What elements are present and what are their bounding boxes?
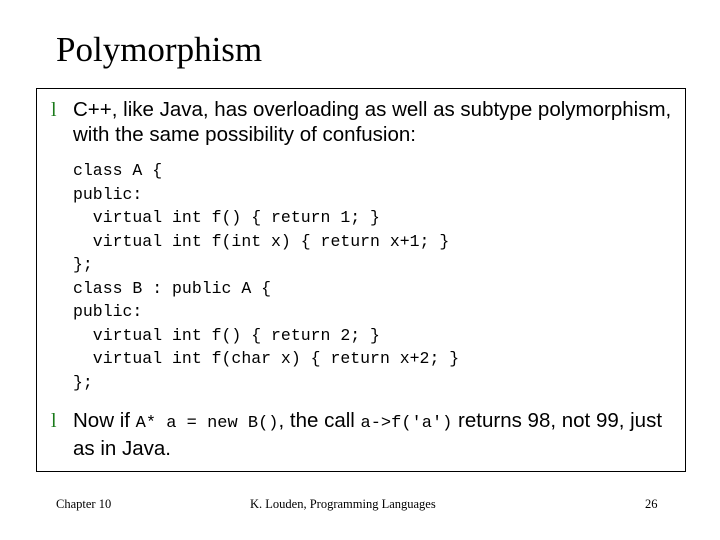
bullet-text-1: C++, like Java, has overloading as well … xyxy=(73,98,672,146)
bullet-2-part1: Now if xyxy=(73,409,136,432)
bullet-2-part2: , the call xyxy=(278,409,361,432)
footer-attribution: K. Louden, Programming Languages xyxy=(250,497,436,511)
slide: Polymorphism l C++, like Java, has overl… xyxy=(0,0,720,540)
bullet-item-1: l C++, like Java, has overloading as wel… xyxy=(47,97,675,147)
page-title: Polymorphism xyxy=(56,30,263,69)
bullet-2-code2: a->f('a') xyxy=(360,414,453,433)
bullet-text-2: Now if A* a = new B(), the call a->f('a'… xyxy=(73,408,675,461)
content-box: l C++, like Java, has overloading as wel… xyxy=(36,88,686,472)
bullet-marker-icon-2: l xyxy=(51,410,57,432)
bullet-item-2: l Now if A* a = new B(), the call a->f('… xyxy=(47,408,675,461)
slide-footer: Chapter 10 K. Louden, Programming Langua… xyxy=(0,497,720,517)
footer-chapter: Chapter 10 xyxy=(56,497,112,511)
bullet-2-code1: A* a = new B() xyxy=(135,414,279,433)
code-sample: class A { public: virtual int f() { retu… xyxy=(73,161,460,392)
footer-page-number: 26 xyxy=(645,497,658,511)
bullet-marker-icon: l xyxy=(51,99,57,121)
